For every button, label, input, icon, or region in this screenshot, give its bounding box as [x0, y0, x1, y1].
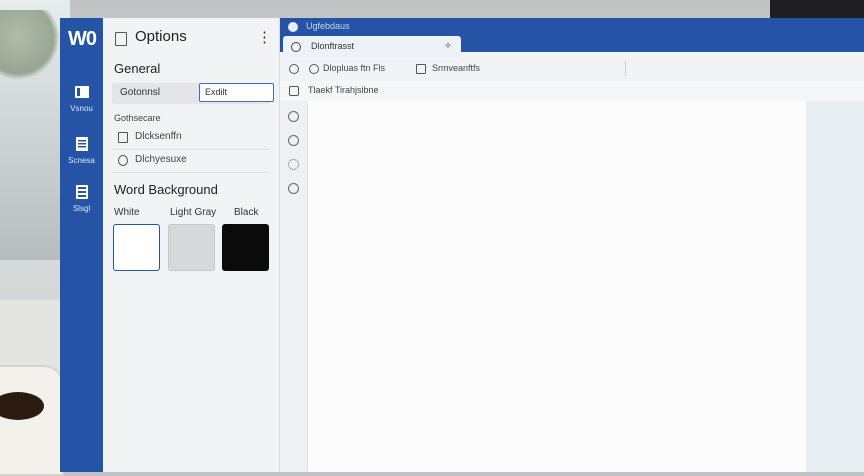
- background-plant: [0, 10, 60, 80]
- notebook-icon: [75, 137, 88, 151]
- more-vertical-icon[interactable]: ⋮: [257, 28, 272, 46]
- word-background-heading: Word Background: [114, 182, 218, 197]
- titlebar-text: Ugfebdaus: [306, 21, 350, 31]
- tab-label: Dlonftrasst: [311, 41, 355, 51]
- rail-item-0[interactable]: Vsnou: [60, 84, 103, 113]
- option-item-label: Dlcksenffn: [135, 131, 182, 142]
- app-icon: [288, 22, 298, 32]
- rail-item-label: Slsgl: [72, 204, 91, 213]
- toolbar-item-1[interactable]: Srmveanftfs: [432, 63, 480, 73]
- app-rail: W0 Vsnou Scnesa Slsgl: [60, 18, 103, 472]
- tool-icon-3[interactable]: [288, 159, 299, 170]
- page-icon: [416, 64, 426, 74]
- panel-icon: [115, 32, 127, 46]
- option-item-1[interactable]: Dlchyesuxe: [112, 150, 270, 173]
- toolbar-divider: [625, 61, 626, 76]
- layout-icon: [75, 185, 88, 199]
- app-logo: W0: [68, 28, 97, 50]
- coffee-cup: [0, 365, 64, 476]
- tab-circle-icon: [291, 42, 301, 52]
- ribbon-icon: [289, 86, 299, 96]
- pin-icon[interactable]: ⟡: [445, 40, 451, 51]
- options-pane: Options ⋮ General Gotonnsl Exdilt Gothse…: [103, 18, 280, 472]
- general-setting-row: Gotonnsl Exdilt: [112, 83, 274, 104]
- option-item-label: Dlchyesuxe: [135, 154, 187, 165]
- document-toolbar: Dlopluas ftn Fls Srmveanftfs: [280, 57, 864, 82]
- rail-item-2[interactable]: Slsgl: [60, 184, 103, 213]
- page-icon: [118, 132, 128, 143]
- option-item-0[interactable]: Dlcksenffn: [112, 127, 270, 150]
- rail-item-label: Vsnou: [70, 104, 93, 113]
- background-corner: [770, 0, 864, 18]
- options-title: Options: [135, 28, 187, 45]
- document-page[interactable]: [308, 101, 806, 472]
- document-ribbon: Tlaekf Tirahjsibne: [280, 81, 864, 102]
- document-icon: [74, 86, 89, 98]
- general-setting-label: Gotonnsl: [120, 87, 161, 98]
- side-toolbar: [280, 101, 308, 472]
- document-gutter: [806, 101, 864, 472]
- general-heading: General: [114, 61, 161, 76]
- circle-icon: [309, 64, 319, 74]
- refresh-icon[interactable]: [289, 64, 299, 74]
- clock-icon: [118, 155, 128, 166]
- rail-item-1[interactable]: Scnesa: [60, 136, 103, 165]
- swatch-label-black: Black: [234, 207, 259, 218]
- swatch-label-light-gray: Light Gray: [170, 207, 217, 218]
- tool-icon-1[interactable]: [288, 111, 299, 122]
- document-tab[interactable]: Dlonftrasst ⟡: [283, 36, 461, 57]
- rail-item-label: Scnesa: [68, 156, 95, 165]
- options-sub-label: Gothsecare: [114, 113, 161, 123]
- general-setting-input[interactable]: Exdilt: [199, 83, 274, 102]
- swatch-label-white: White: [114, 207, 140, 218]
- tool-icon-2[interactable]: [288, 135, 299, 146]
- toolbar-item-0[interactable]: Dlopluas ftn Fls: [323, 63, 385, 73]
- word-app-window: W0 Vsnou Scnesa Slsgl Options ⋮ General …: [60, 18, 864, 472]
- swatch-black[interactable]: [222, 224, 269, 271]
- swatch-white[interactable]: [113, 224, 160, 271]
- tool-icon-4[interactable]: [288, 183, 299, 194]
- ribbon-label[interactable]: Tlaekf Tirahjsibne: [308, 85, 379, 95]
- swatch-light-gray[interactable]: [168, 224, 215, 271]
